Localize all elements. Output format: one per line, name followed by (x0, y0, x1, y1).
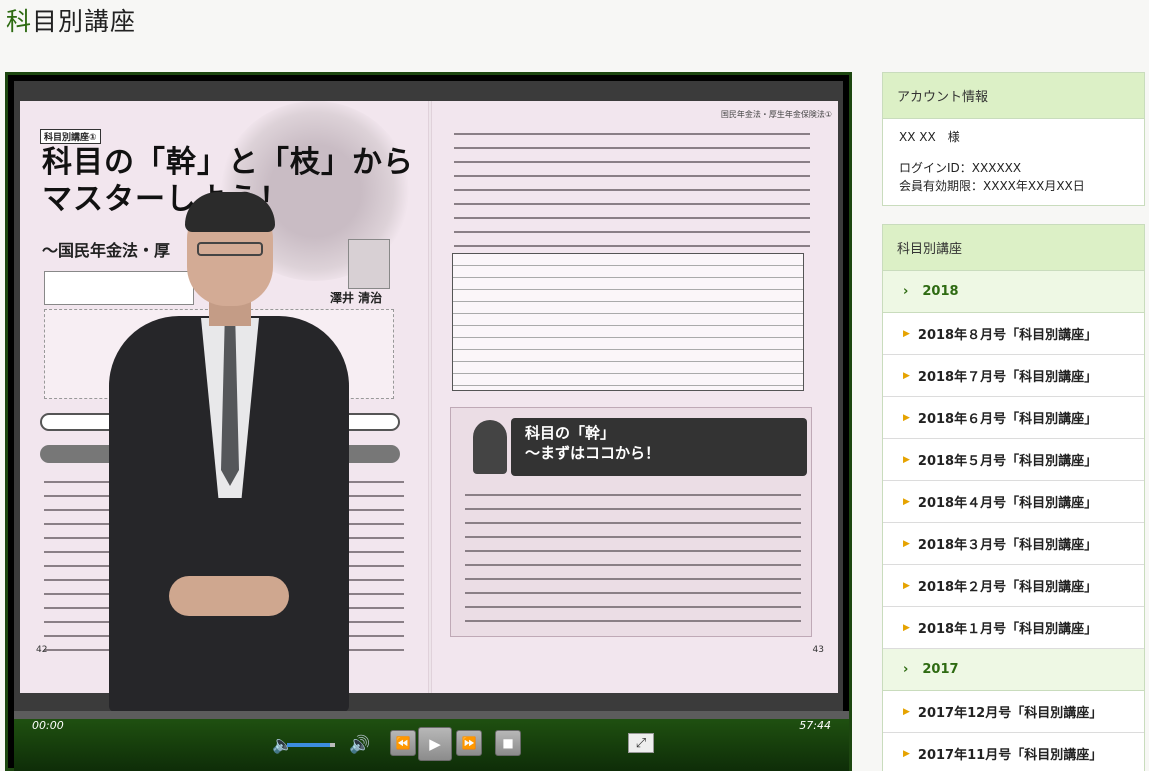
stop-button[interactable]: ■ (495, 730, 521, 756)
triangle-right-icon: ▶ (903, 706, 910, 717)
presenter-hair (185, 192, 275, 232)
course-link[interactable]: ▶ 2018年６月号「科目別講座」 (883, 397, 1144, 440)
course-link[interactable]: ▶ 2017年11月号「科目別講座」 (883, 733, 1144, 771)
year-toggle-2018[interactable]: › 2018 (883, 271, 1144, 314)
play-icon: ▶ (429, 735, 441, 753)
structure-table (452, 253, 804, 391)
presenter-hands (169, 576, 289, 616)
volume-slider[interactable] (287, 743, 335, 747)
course-link-label: 2018年４月号「科目別講座」 (917, 496, 1098, 512)
duration: 57:44 (799, 719, 831, 732)
volume-level (287, 743, 331, 747)
courses-heading: 科目別講座 (883, 225, 1144, 272)
course-list: › 2018 ▶ 2018年８月号「科目別講座」 ▶ 2018年７月号「科目別講座」 ▶ 20… (883, 271, 1144, 771)
account-panel: アカウント情報 XX XX 様 ログインID：XXXXXX 会員有効期限：XXX… (882, 72, 1145, 207)
rewind-icon: ⏪ (395, 736, 411, 750)
fullscreen-button[interactable]: ⤢ (628, 733, 654, 753)
fast-forward-button[interactable]: ⏩ (456, 730, 482, 756)
course-link-label: 2018年３月号「科目別講座」 (917, 538, 1098, 554)
account-heading: アカウント情報 (883, 73, 1144, 119)
triangle-right-icon: ▶ (903, 496, 910, 507)
course-link-label: 2018年５月号「科目別講座」 (917, 454, 1098, 470)
year-label: 2017 (922, 662, 959, 678)
triangle-right-icon: ▶ (903, 454, 910, 465)
rewind-button[interactable]: ⏪ (390, 730, 416, 756)
page-number: 43 (812, 645, 824, 655)
course-link-label: 2018年６月号「科目別講座」 (917, 412, 1098, 428)
page-number: 42 (36, 645, 48, 655)
current-time: 00:00 (32, 719, 64, 732)
play-button[interactable]: ▶ (418, 727, 452, 761)
course-link[interactable]: ▶ 2018年７月号「科目別講座」 (883, 355, 1144, 398)
presenter-glasses (197, 242, 263, 256)
course-link-label: 2018年８月号「科目別講座」 (917, 328, 1098, 344)
fast-forward-icon: ⏩ (461, 736, 477, 750)
login-id: ログインID：XXXXXX (899, 161, 1022, 176)
course-link-label: 2018年２月号「科目別講座」 (917, 580, 1098, 596)
page-title: 科目別講座 (6, 7, 137, 36)
triangle-right-icon: ▶ (903, 328, 910, 339)
course-link[interactable]: ▶ 2018年１月号「科目別講座」 (883, 607, 1144, 650)
author-photo (348, 239, 390, 289)
triangle-right-icon: ▶ (903, 622, 910, 633)
year-toggle-2017[interactable]: › 2017 (883, 649, 1144, 692)
year-label: 2018 (922, 284, 959, 300)
triangle-right-icon: ▶ (903, 580, 910, 591)
video-frame[interactable]: 科目別講座① 科目の「幹」と「枝」から マスターしよう！ ～国民年金法・厚 澤井… (14, 81, 843, 711)
sidebar: アカウント情報 XX XX 様 ログインID：XXXXXX 会員有効期限：XXX… (882, 72, 1145, 771)
membership-expiry: 会員有効期限：XXXX年XX月XX日 (899, 178, 1085, 193)
video-player: 科目別講座① 科目の「幹」と「枝」から マスターしよう！ ～国民年金法・厚 澤井… (5, 72, 852, 771)
player-controls: 00:00 57:44 🔈 🔊 ⏪ ▶ ⏩ ■ ⤢ (14, 719, 849, 771)
body-text-lines (465, 494, 801, 634)
course-link[interactable]: ▶ 2017年12月号「科目別講座」 (883, 691, 1144, 734)
course-link-label: 2017年12月号「科目別講座」 (917, 706, 1103, 722)
seek-bar[interactable] (14, 711, 849, 719)
presenter (109, 192, 349, 711)
running-head: 国民年金法・厚生年金保険法① (720, 110, 832, 119)
courses-panel: 科目別講座 › 2018 ▶ 2018年８月号「科目別講座」 ▶ 2018年７月号「科目別… (882, 224, 1145, 771)
fullscreen-icon: ⤢ (635, 735, 647, 751)
account-info: XX XX 様 ログインID：XXXXXX 会員有効期限：XXXX年XX月XX日 (883, 119, 1144, 205)
course-link[interactable]: ▶ 2018年４月号「科目別講座」 (883, 481, 1144, 524)
stop-icon: ■ (502, 736, 514, 750)
account-name: XX XX 様 (899, 130, 960, 144)
course-link[interactable]: ▶ 2018年８月号「科目別講座」 (883, 313, 1144, 356)
section-box: 科目の「幹」 ～まずはココから！ (450, 407, 812, 637)
course-link-label: 2018年１月号「科目別講座」 (917, 622, 1098, 638)
course-link-label: 2018年７月号「科目別講座」 (917, 370, 1098, 386)
course-link[interactable]: ▶ 2018年２月号「科目別講座」 (883, 565, 1144, 608)
body-text-lines (454, 133, 810, 259)
course-link-label: 2017年11月号「科目別講座」 (917, 748, 1103, 764)
series-tag: 科目別講座① (40, 129, 101, 144)
triangle-right-icon: ▶ (903, 748, 910, 759)
triangle-right-icon: ▶ (903, 412, 910, 423)
section-icon (473, 420, 507, 474)
volume-max-icon[interactable]: 🔊 (349, 735, 370, 755)
chevron-right-icon: › (903, 662, 909, 678)
course-link[interactable]: ▶ 2018年５月号「科目別講座」 (883, 439, 1144, 482)
triangle-right-icon: ▶ (903, 538, 910, 549)
section-banner: 科目の「幹」 ～まずはココから！ (511, 418, 807, 476)
chevron-right-icon: › (903, 284, 909, 300)
magazine-right-page: 国民年金法・厚生年金保険法① 科目の「幹」 ～まずはココから！ 43 (432, 101, 840, 693)
course-link[interactable]: ▶ 2018年３月号「科目別講座」 (883, 523, 1144, 566)
triangle-right-icon: ▶ (903, 370, 910, 381)
